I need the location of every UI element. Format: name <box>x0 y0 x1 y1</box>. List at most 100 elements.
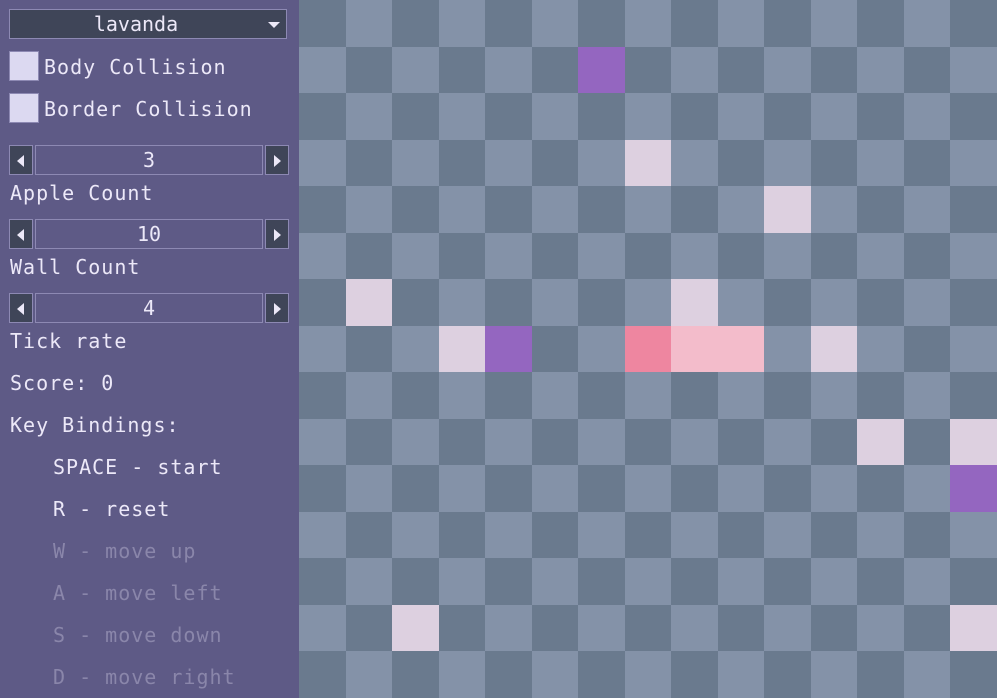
wall-count-increment-button[interactable] <box>265 219 289 249</box>
apple-count-decrement-button[interactable] <box>9 145 33 175</box>
board-tile <box>671 139 718 187</box>
board-tile <box>392 93 439 140</box>
key-binding-item: A - move left <box>53 581 223 605</box>
apple-tile <box>345 279 393 326</box>
board-tile <box>578 186 625 233</box>
board-tile <box>903 139 951 187</box>
board-tile <box>392 418 439 466</box>
board-tile <box>392 139 439 187</box>
board-tile <box>438 558 486 605</box>
board-tile <box>345 46 393 94</box>
board-tile <box>857 558 904 605</box>
board-tile <box>299 558 346 605</box>
board-tile <box>299 604 346 652</box>
board-tile <box>485 0 532 47</box>
board-tile <box>438 604 486 652</box>
wall-count-value[interactable]: 10 <box>35 219 263 249</box>
board-tile <box>578 558 625 605</box>
apple-count-value[interactable]: 3 <box>35 145 263 175</box>
board-tile <box>764 139 811 187</box>
theme-dropdown[interactable]: lavanda <box>9 9 287 39</box>
apple-tile <box>624 139 672 187</box>
board-tile <box>857 279 904 326</box>
board-tile <box>810 558 858 605</box>
board-tile <box>764 511 811 559</box>
board-tile <box>764 372 811 419</box>
tick-rate-increment-button[interactable] <box>265 293 289 323</box>
board-tile <box>299 0 346 47</box>
board-tile <box>810 651 858 698</box>
apple-tile <box>438 325 486 373</box>
board-tile <box>299 139 346 187</box>
board-tile <box>857 0 904 47</box>
board-tile <box>485 651 532 698</box>
body-collision-checkbox[interactable] <box>9 51 39 81</box>
board-tile <box>345 465 393 512</box>
sidebar: lavanda Body Collision Border Collision … <box>0 0 298 695</box>
board-tile <box>764 0 811 47</box>
board-tile <box>438 0 486 47</box>
board-tile <box>671 418 718 466</box>
board-tile <box>717 0 765 47</box>
board-tile <box>531 325 579 373</box>
board-tile <box>671 558 718 605</box>
board-tile <box>903 186 951 233</box>
key-binding-item: SPACE - start <box>53 455 223 479</box>
board-tile <box>531 651 579 698</box>
border-collision-checkbox[interactable] <box>9 93 39 123</box>
tick-rate-spinbox: 4 <box>9 293 289 323</box>
apple-tile <box>950 604 997 652</box>
tick-rate-value[interactable]: 4 <box>35 293 263 323</box>
board-tile <box>578 511 625 559</box>
board-tile <box>531 418 579 466</box>
board-tile <box>531 279 579 326</box>
board-tile <box>438 372 486 419</box>
wall-tile <box>485 325 532 373</box>
board-tile <box>392 279 439 326</box>
board-tile <box>950 651 997 698</box>
board-tile <box>578 651 625 698</box>
board-tile <box>438 46 486 94</box>
board-tile <box>624 558 672 605</box>
board-tile <box>903 465 951 512</box>
board-tile <box>578 604 625 652</box>
wall-count-decrement-button[interactable] <box>9 219 33 249</box>
board-tile <box>531 232 579 280</box>
board-tile <box>438 232 486 280</box>
board-tile <box>624 279 672 326</box>
key-binding-item: S - move down <box>53 623 223 647</box>
board-tile <box>717 93 765 140</box>
board-tile <box>624 651 672 698</box>
board-tile <box>810 232 858 280</box>
board-tile <box>717 186 765 233</box>
border-collision-label: Border Collision <box>44 97 253 121</box>
board-tile <box>857 186 904 233</box>
board-tile <box>810 0 858 47</box>
apple-tile <box>671 279 718 326</box>
board-tile <box>717 232 765 280</box>
board-tile <box>950 139 997 187</box>
board-tile <box>903 93 951 140</box>
board-tile <box>299 372 346 419</box>
board-tile <box>717 604 765 652</box>
board-tile <box>392 651 439 698</box>
board-tile <box>299 511 346 559</box>
board-tile <box>810 46 858 94</box>
board-tile <box>345 0 393 47</box>
board-tile <box>392 372 439 419</box>
board-tile <box>717 418 765 466</box>
board-tile <box>299 418 346 466</box>
wall-count-spinbox: 10 <box>9 219 289 249</box>
tick-rate-decrement-button[interactable] <box>9 293 33 323</box>
board-tile <box>624 0 672 47</box>
board-tile <box>438 651 486 698</box>
board-tile <box>903 232 951 280</box>
board-tile <box>578 139 625 187</box>
board-tile <box>671 604 718 652</box>
board-tile <box>671 46 718 94</box>
board-tile <box>345 139 393 187</box>
apple-count-increment-button[interactable] <box>265 145 289 175</box>
board-tile <box>578 93 625 140</box>
board-tile <box>671 186 718 233</box>
board-tile <box>485 139 532 187</box>
